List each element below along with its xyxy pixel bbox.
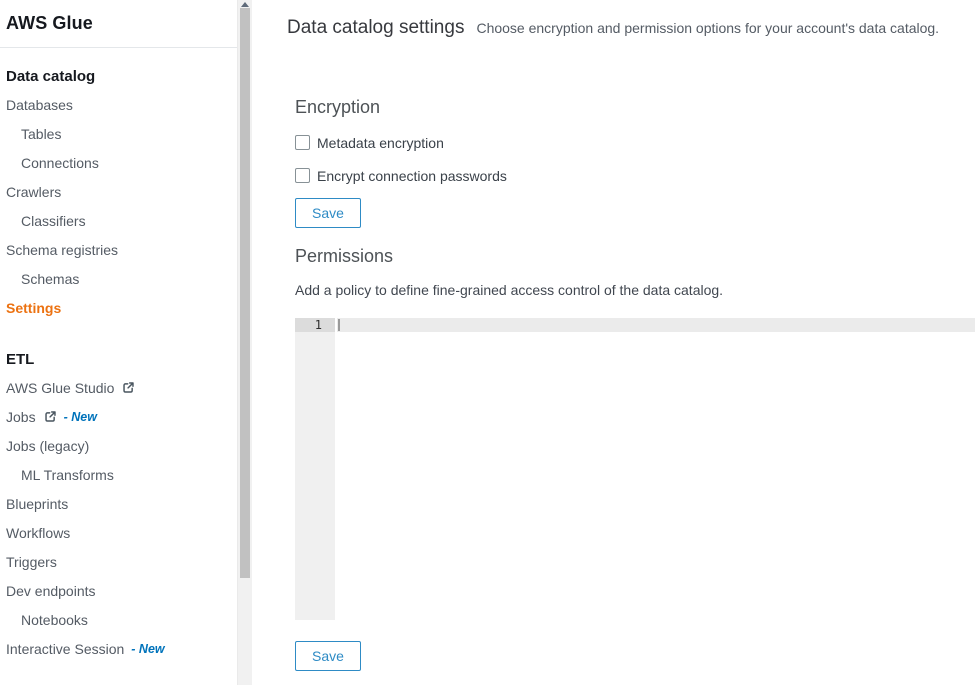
encryption-save-button[interactable]: Save: [295, 198, 361, 228]
sidebar-item-label: Classifiers: [21, 213, 86, 229]
nav-section-etl: ETL AWS Glue Studio Jobs - New Jobs (legacy…: [6, 352, 237, 663]
sidebar-item-blueprints[interactable]: Blueprints: [6, 489, 237, 518]
sidebar-scrollbar[interactable]: [237, 0, 252, 685]
metadata-encryption-checkbox[interactable]: [295, 135, 310, 150]
sidebar-item-interactive-session[interactable]: Interactive Session - New: [6, 634, 237, 663]
page-title: Data catalog settings: [287, 17, 464, 39]
app-title: AWS Glue: [6, 13, 93, 34]
sidebar-item-label: Databases: [6, 97, 73, 113]
sidebar-item-triggers[interactable]: Triggers: [6, 547, 237, 576]
sidebar-item-ml-transforms[interactable]: ML Transforms: [6, 460, 237, 489]
external-link-icon: [122, 381, 135, 394]
sidebar-item-label: Settings: [6, 300, 61, 316]
sidebar-item-schema-registries[interactable]: Schema registries: [6, 235, 237, 264]
settings-content: Encryption Metadata encryption Encrypt c…: [295, 97, 975, 671]
sidebar-item-dev-endpoints[interactable]: Dev endpoints: [6, 576, 237, 605]
editor-line-number: 1: [295, 318, 335, 332]
main-content: Data catalog settings Choose encryption …: [252, 0, 975, 685]
editor-gutter: 1: [295, 318, 335, 620]
nav-section-data-catalog: Data catalog Databases Tables Connections C…: [6, 69, 237, 322]
sidebar-item-label: Notebooks: [21, 612, 88, 628]
sidebar-item-label: Triggers: [6, 554, 57, 570]
sidebar-item-label: ML Transforms: [21, 467, 114, 483]
editor-cursor: [338, 319, 340, 331]
nav-list-etl: AWS Glue Studio Jobs - New Jobs (legacy) ML …: [6, 373, 237, 663]
sidebar-nav: Data catalog Databases Tables Connections C…: [0, 69, 237, 663]
sidebar-item-label: AWS Glue Studio: [6, 380, 114, 396]
sidebar-item-connections[interactable]: Connections: [6, 148, 237, 177]
sidebar-item-crawlers[interactable]: Crawlers: [6, 177, 237, 206]
editor-text[interactable]: [341, 318, 975, 332]
sidebar-item-label: Interactive Session: [6, 641, 124, 657]
permissions-save-button[interactable]: Save: [295, 641, 361, 671]
checkbox-label: Metadata encryption: [317, 135, 444, 151]
sidebar-item-notebooks[interactable]: Notebooks: [6, 605, 237, 634]
app-window: AWS Glue Data catalog Databases Tables Con…: [0, 0, 975, 685]
scrollbar-thumb[interactable]: [240, 8, 250, 578]
sidebar-item-databases[interactable]: Databases: [6, 90, 237, 119]
nav-heading-etl: ETL: [6, 352, 237, 368]
sidebar-item-label: Workflows: [6, 525, 70, 541]
sidebar-item-label: Connections: [21, 155, 99, 171]
sidebar-item-label: Dev endpoints: [6, 583, 96, 599]
sidebar-item-workflows[interactable]: Workflows: [6, 518, 237, 547]
sidebar-item-settings[interactable]: Settings: [6, 293, 237, 322]
sidebar-item-label: Crawlers: [6, 184, 61, 200]
encrypt-connection-passwords-checkbox-row[interactable]: Encrypt connection passwords: [295, 167, 975, 184]
policy-editor[interactable]: 1: [295, 318, 975, 620]
new-badge: - New: [131, 642, 164, 656]
permissions-description: Add a policy to define fine-grained acce…: [295, 282, 975, 298]
sidebar: AWS Glue Data catalog Databases Tables Con…: [0, 0, 237, 685]
page-header: Data catalog settings Choose encryption …: [252, 0, 975, 39]
sidebar-item-aws-glue-studio[interactable]: AWS Glue Studio: [6, 373, 237, 402]
sidebar-item-label: Schema registries: [6, 242, 118, 258]
sidebar-item-tables[interactable]: Tables: [6, 119, 237, 148]
page-subtitle: Choose encryption and permission options…: [476, 20, 939, 36]
sidebar-item-jobs[interactable]: Jobs - New: [6, 402, 237, 431]
nav-list-data-catalog: Databases Tables Connections Crawlers Classi…: [6, 90, 237, 322]
permissions-heading: Permissions: [295, 246, 975, 267]
sidebar-item-classifiers[interactable]: Classifiers: [6, 206, 237, 235]
scrollbar-up-arrow-icon[interactable]: [241, 2, 249, 7]
checkbox-label: Encrypt connection passwords: [317, 168, 507, 184]
sidebar-item-label: Jobs: [6, 409, 36, 425]
new-badge: - New: [64, 410, 97, 424]
external-link-icon: [44, 410, 57, 423]
sidebar-item-label: Jobs (legacy): [6, 438, 89, 454]
sidebar-item-label: Tables: [21, 126, 61, 142]
sidebar-item-label: Schemas: [21, 271, 79, 287]
sidebar-item-jobs-legacy[interactable]: Jobs (legacy): [6, 431, 237, 460]
nav-heading-data-catalog: Data catalog: [6, 69, 237, 85]
encrypt-connection-passwords-checkbox[interactable]: [295, 168, 310, 183]
encryption-heading: Encryption: [295, 97, 975, 118]
sidebar-item-label: Blueprints: [6, 496, 68, 512]
sidebar-item-schemas[interactable]: Schemas: [6, 264, 237, 293]
metadata-encryption-checkbox-row[interactable]: Metadata encryption: [295, 134, 975, 151]
sidebar-header: AWS Glue: [0, 0, 237, 48]
